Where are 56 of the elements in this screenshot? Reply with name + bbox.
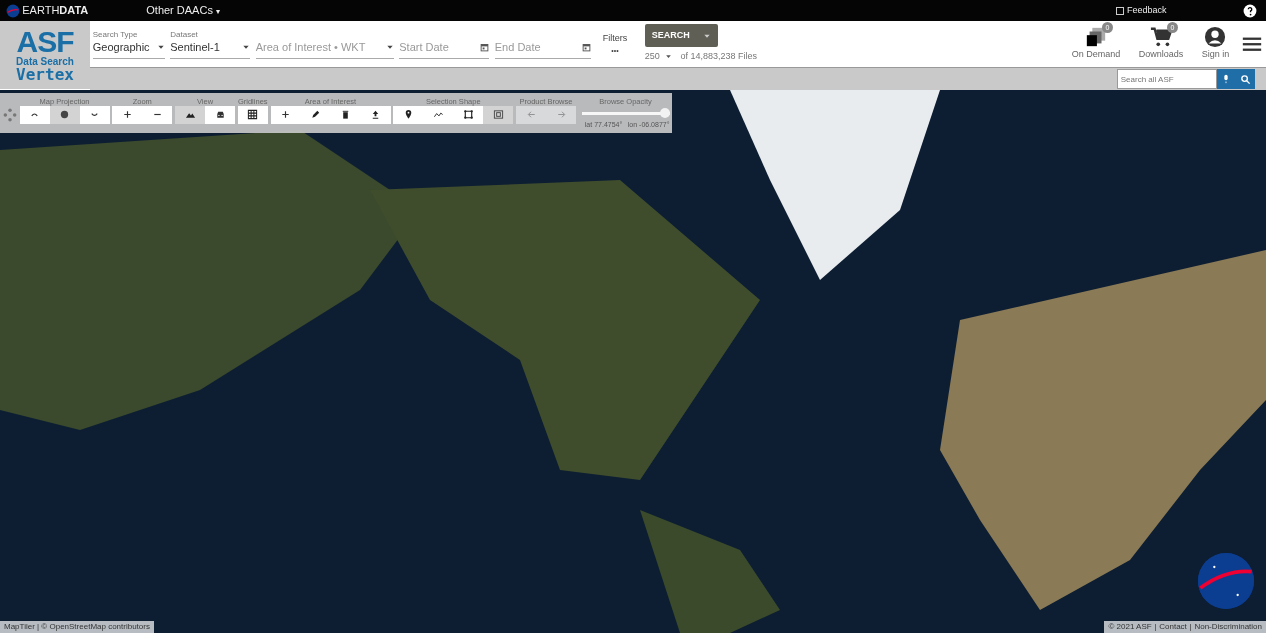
map-tool-button[interactable] xyxy=(205,105,235,124)
field-label: Search Type xyxy=(92,28,139,39)
feedback-checkbox[interactable] xyxy=(1116,6,1125,15)
map-attribution: MapTiler | © OpenStreetMap contributors xyxy=(0,621,154,633)
dropdown-field[interactable]: Geographic xyxy=(92,38,165,60)
max-results-dropdown[interactable]: 250 xyxy=(644,50,673,64)
opacity-slider[interactable] xyxy=(581,111,670,115)
stacked-squares-icon xyxy=(1084,26,1107,49)
arrow-left-icon xyxy=(525,109,537,121)
earthdata-logo[interactable]: EARTHDATA xyxy=(22,2,89,19)
copyright-text: © 2021 ASF xyxy=(1108,621,1152,633)
calendar-icon xyxy=(581,42,591,52)
move-handle-icon[interactable] xyxy=(2,107,17,122)
grid-icon xyxy=(247,109,259,121)
footer-link[interactable]: Non-Discrimination xyxy=(1194,621,1262,633)
map-tool-button[interactable] xyxy=(453,105,484,124)
bounding-box-icon xyxy=(492,109,504,121)
polygon-icon xyxy=(462,109,474,121)
footer-link[interactable]: Contact xyxy=(1159,621,1187,633)
dropdown-field[interactable]: Sentinel-1 xyxy=(170,38,251,60)
slider-thumb[interactable] xyxy=(660,107,671,118)
microphone-icon xyxy=(1221,74,1231,84)
calendar-icon xyxy=(480,42,490,52)
nasa-logo-icon xyxy=(1198,553,1254,609)
search-icon-button[interactable] xyxy=(1235,69,1255,89)
cart-icon xyxy=(1149,26,1172,49)
trash-icon xyxy=(340,109,351,121)
globe-icon xyxy=(59,109,70,121)
map-tool-button[interactable] xyxy=(393,105,424,124)
car-icon xyxy=(214,109,226,121)
map-tool-button[interactable] xyxy=(49,105,80,124)
help-icon[interactable] xyxy=(1242,3,1257,18)
feedback-link[interactable]: Feedback xyxy=(1116,3,1167,18)
map-tool-button[interactable] xyxy=(237,105,268,124)
arrow-right-icon xyxy=(555,109,567,121)
pencil-icon xyxy=(310,109,321,121)
field-label: Dataset xyxy=(170,28,199,39)
nasa-logo-icon xyxy=(5,3,20,18)
separator: | xyxy=(1189,621,1192,633)
caret-icon xyxy=(665,53,673,61)
voice-search-button[interactable] xyxy=(1217,69,1235,89)
header-action-button[interactable]: Sign in xyxy=(1200,25,1231,63)
caret-icon: ▾ xyxy=(215,7,220,17)
other-daacs-menu[interactable]: Other DAACs ▾ xyxy=(146,2,220,19)
map-tool-button[interactable] xyxy=(360,105,391,124)
site-search-field[interactable]: Search all ASF xyxy=(1117,69,1217,89)
upload-icon xyxy=(370,109,381,121)
file-count: of 14,883,238 Files xyxy=(680,50,758,64)
plus-icon xyxy=(280,109,291,121)
satellite-map-drawing[interactable] xyxy=(0,90,1266,633)
plus-icon xyxy=(121,109,133,121)
separator: | xyxy=(1154,621,1157,633)
user-icon xyxy=(1204,26,1227,49)
map-tool-button[interactable] xyxy=(175,105,205,124)
asf-vertex-logo[interactable]: ASF Data Search Vertex xyxy=(0,21,90,89)
search-icon xyxy=(1239,73,1251,85)
